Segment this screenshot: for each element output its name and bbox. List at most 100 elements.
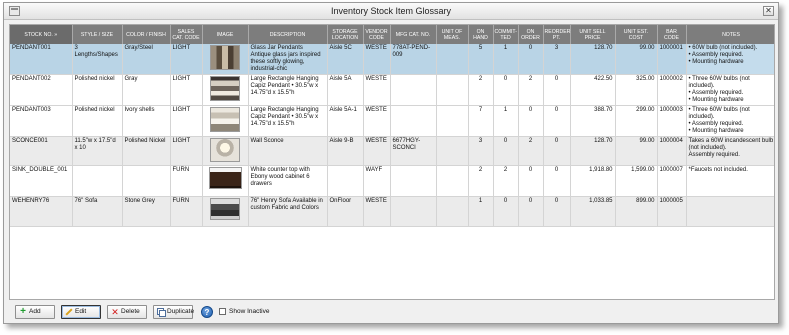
cell-on-order: 2 <box>518 74 544 106</box>
cell-sales-cat: FURN <box>170 196 203 227</box>
note-line: • 60W bulb (not included). <box>688 45 758 51</box>
cell-color <box>122 165 171 197</box>
note-line: • Mounting hardware <box>688 128 744 134</box>
cell-bar-code: 1000003 <box>657 105 687 137</box>
edit-button[interactable]: Edit <box>61 305 101 319</box>
cell-mfg-cat <box>390 196 437 227</box>
cell-committed: 1 <box>493 105 519 137</box>
col-header-uom[interactable]: UNIT OF MEAS. <box>436 25 469 44</box>
col-header-mfg-cat[interactable]: MFG CAT. NO. <box>390 25 437 44</box>
cell-description: Large Rectangle Hanging Capiz Pendant • … <box>248 105 328 137</box>
cell-description: White counter top with Ebony wood cabine… <box>248 165 328 197</box>
cell-mfg-cat <box>390 165 437 197</box>
cell-reorder: 0 <box>543 105 571 137</box>
cell-bar-code: 1000002 <box>657 74 687 106</box>
inventory-grid[interactable]: STOCK NO. » STYLE / SIZE COLOR / FINISH … <box>9 24 775 300</box>
table-row[interactable]: PENDANT002 Polished nickel Gray LIGHT La… <box>10 74 774 106</box>
delete-x-icon: ✕ <box>111 307 119 317</box>
edit-label: Edit <box>75 308 87 315</box>
note-line: • Three 60W bulbs (not included). <box>688 107 750 120</box>
cell-storage <box>327 165 364 197</box>
table-row[interactable]: WEHENRY76 76" Sofa Stone Grey FURN 76" H… <box>10 196 774 227</box>
cell-uom <box>436 44 469 75</box>
col-header-style[interactable]: STYLE / SIZE <box>72 25 123 44</box>
cell-style: 3 Lengths/Shapes <box>72 44 123 75</box>
table-row[interactable]: SCONCE001 11.5"w x 17.5"d x 10 Polished … <box>10 136 774 166</box>
col-header-sales-cat[interactable]: SALES CAT. CODE <box>170 25 203 44</box>
col-header-bar-code[interactable]: BAR CODE <box>657 25 687 44</box>
show-inactive-checkbox[interactable] <box>219 308 226 315</box>
cell-bar-code: 1000005 <box>657 196 687 227</box>
cell-sell-price: 422.50 <box>570 74 616 106</box>
cell-est-cost: 299.00 <box>615 105 658 137</box>
add-button[interactable]: + Add <box>15 305 55 319</box>
sink-cabinet-image <box>208 167 242 189</box>
col-header-reorder[interactable]: REORDER PT. <box>543 25 571 44</box>
note-line: • Mounting hardware <box>688 59 744 65</box>
pendant-image <box>210 107 240 132</box>
cell-notes: *Faucets not included. <box>686 165 774 197</box>
delete-button[interactable]: ✕ Delete <box>107 305 147 319</box>
cell-notes: Takes a 60W incandescent bulb (not inclu… <box>686 136 774 166</box>
cell-on-hand: 7 <box>468 105 494 137</box>
cell-color: Ivory shells <box>122 105 171 137</box>
cell-uom <box>436 105 469 137</box>
close-button[interactable]: ✕ <box>763 6 774 16</box>
cell-bar-code: 1000004 <box>657 136 687 166</box>
col-header-notes[interactable]: NOTES <box>686 25 774 44</box>
col-header-est-cost[interactable]: UNIT EST. COST <box>615 25 658 44</box>
cell-description: Large Rectangle Hanging Capiz Pendant • … <box>248 74 328 106</box>
col-header-storage[interactable]: STORAGE LOCATION <box>327 25 364 44</box>
cell-image <box>202 74 249 106</box>
cell-uom <box>436 196 469 227</box>
add-label: Add <box>29 308 41 315</box>
cell-storage: OnFloor <box>327 196 364 227</box>
col-header-description[interactable]: DESCRIPTION <box>248 25 328 44</box>
col-header-on-order[interactable]: ON ORDER <box>518 25 544 44</box>
col-header-on-hand[interactable]: ON HAND <box>468 25 494 44</box>
cell-image <box>202 196 249 227</box>
col-header-stock-no[interactable]: STOCK NO. » <box>10 25 73 44</box>
cell-stock-no: SCONCE001 <box>10 136 73 166</box>
note-line: *Faucets not included. <box>688 167 748 173</box>
col-header-color[interactable]: COLOR / FINISH <box>122 25 171 44</box>
cell-storage: Aisle 9-B <box>327 136 364 166</box>
note-line: • Assembly required. <box>688 90 744 96</box>
cell-bar-code: 1000007 <box>657 165 687 197</box>
duplicate-button[interactable]: Duplicate <box>153 305 194 319</box>
note-line: • Mounting hardware <box>688 97 744 103</box>
cell-committed: 0 <box>493 74 519 106</box>
cell-on-order: 2 <box>518 136 544 166</box>
cell-color: Gray/Steel <box>122 44 171 75</box>
col-header-image[interactable]: IMAGE <box>202 25 249 44</box>
col-header-committed[interactable]: COMMIT-TED <box>493 25 519 44</box>
col-header-vendor[interactable]: VENDOR CODE <box>363 25 391 44</box>
show-inactive-label: Show Inactive <box>229 308 270 315</box>
duplicate-icon <box>157 308 166 317</box>
cell-committed: 1 <box>493 44 519 75</box>
cell-color: Stone Grey <box>122 196 171 227</box>
note-line: • Three 60W bulbs (not included). <box>688 76 750 89</box>
cell-image <box>202 136 249 166</box>
cell-committed: 0 <box>493 196 519 227</box>
cell-image <box>202 165 249 197</box>
cell-style: Polished nickel <box>72 74 123 106</box>
help-button[interactable]: ? <box>201 306 213 318</box>
table-row[interactable]: SINK_DOUBLE_001 FURN White counter top w… <box>10 165 774 197</box>
cell-uom <box>436 136 469 166</box>
col-header-sell-price[interactable]: UNIT SELL PRICE <box>570 25 616 44</box>
cell-vendor: WESTE <box>363 196 391 227</box>
cell-mfg-cat <box>390 105 437 137</box>
cell-sales-cat: LIGHT <box>170 44 203 75</box>
cell-color: Gray <box>122 74 171 106</box>
header-row: STOCK NO. » STYLE / SIZE COLOR / FINISH … <box>10 25 774 44</box>
cell-vendor: WESTE <box>363 105 391 137</box>
cell-est-cost: 899.00 <box>615 196 658 227</box>
table-row[interactable]: PENDANT003 Polished nickel Ivory shells … <box>10 105 774 137</box>
cell-reorder: 0 <box>543 74 571 106</box>
cell-sales-cat: LIGHT <box>170 74 203 106</box>
cell-sell-price: 1,033.85 <box>570 196 616 227</box>
table-row[interactable]: PENDANT001 3 Lengths/Shapes Gray/Steel L… <box>10 44 774 75</box>
window-title: Inventory Stock Item Glossary <box>330 6 452 16</box>
cell-reorder: 0 <box>543 165 571 197</box>
